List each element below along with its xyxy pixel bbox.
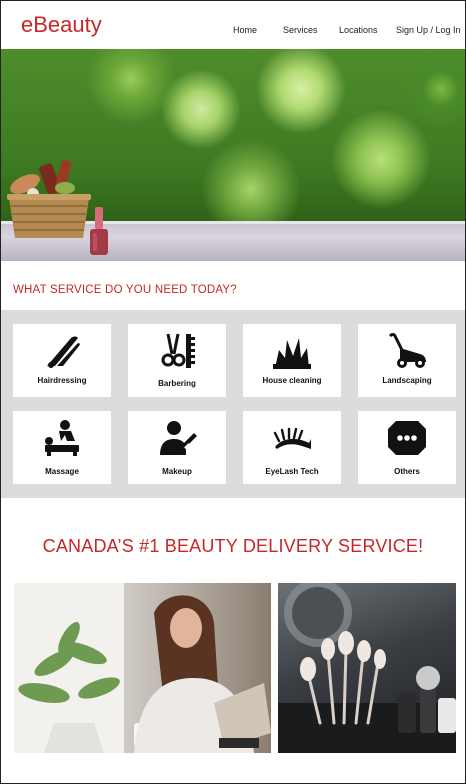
massage-icon xyxy=(45,420,79,456)
woman-reading-photo xyxy=(14,583,271,753)
site-logo[interactable]: eBeauty xyxy=(21,12,102,38)
nav-services-link[interactable]: Services xyxy=(283,25,318,35)
nav-home-link[interactable]: Home xyxy=(233,25,257,35)
basket-image xyxy=(7,159,91,238)
service-label: Makeup xyxy=(162,467,192,476)
eyelash-icon xyxy=(273,427,311,449)
service-card-landscaping[interactable]: Landscaping xyxy=(358,324,456,397)
service-label: Massage xyxy=(45,467,79,476)
tagline-heading: CANADA’S #1 BEAUTY DELIVERY SERVICE! xyxy=(42,536,424,556)
service-card-hairdressing[interactable]: Hairdressing xyxy=(13,324,111,397)
service-card-barbering[interactable]: Barbering xyxy=(128,324,226,397)
service-card-makeup[interactable]: Makeup xyxy=(128,411,226,484)
service-label: EyeLash Tech xyxy=(265,467,319,476)
lawn-mower-icon xyxy=(388,333,426,368)
services-grid: Hairdressing Barbering House cleaning La… xyxy=(1,310,465,498)
service-label: Barbering xyxy=(158,379,196,388)
services-section-title: WHAT SERVICE DO YOU NEED TODAY? xyxy=(13,284,237,296)
nav-locations-link[interactable]: Locations xyxy=(339,25,378,35)
hair-iron-icon xyxy=(47,336,80,368)
service-label: Others xyxy=(394,467,420,476)
makeup-icon xyxy=(160,421,197,455)
service-card-massage[interactable]: Massage xyxy=(13,411,111,484)
service-card-others[interactable]: Others xyxy=(358,411,456,484)
speech-bubble-icon xyxy=(388,421,426,455)
hero-banner xyxy=(1,49,465,261)
service-label: House cleaning xyxy=(262,376,322,385)
makeup-brushes-photo xyxy=(278,583,456,753)
service-label: Hairdressing xyxy=(37,376,87,385)
cleaning-icon xyxy=(273,338,311,369)
service-card-eyelash-tech[interactable]: EyeLash Tech xyxy=(243,411,341,484)
site-header: eBeauty Home Services Locations Sign Up … xyxy=(1,1,465,49)
nail-polish-image xyxy=(90,207,108,255)
scissors-comb-icon xyxy=(161,333,195,368)
service-label: Landscaping xyxy=(382,376,432,385)
nav-signup-login-link[interactable]: Sign Up / Log In xyxy=(396,25,461,35)
service-card-house-cleaning[interactable]: House cleaning xyxy=(243,324,341,397)
page-frame: eBeauty Home Services Locations Sign Up … xyxy=(0,0,466,784)
